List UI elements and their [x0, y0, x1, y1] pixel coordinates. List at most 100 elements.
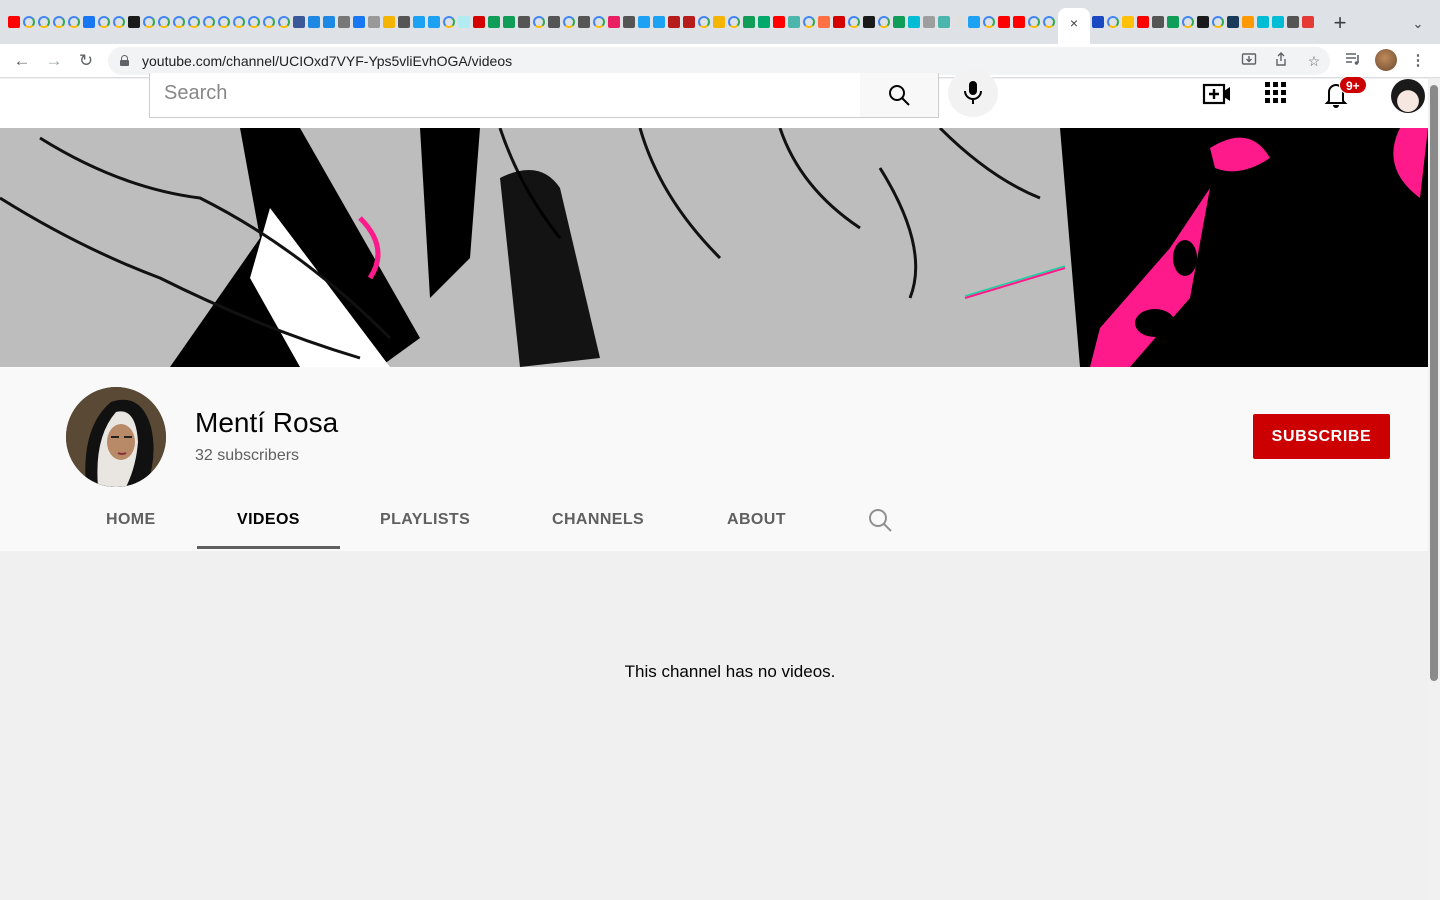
channel-search-icon[interactable]	[867, 507, 893, 533]
tab-favicon[interactable]	[848, 16, 860, 28]
subscribe-button[interactable]: SUBSCRIBE	[1253, 414, 1390, 459]
tab-favicon[interactable]	[23, 16, 35, 28]
tab-favicon[interactable]	[8, 16, 20, 28]
tab-favicon[interactable]	[758, 16, 770, 28]
tab-favicon[interactable]	[218, 16, 230, 28]
media-queue-icon[interactable]	[1342, 50, 1364, 72]
install-app-icon[interactable]	[1239, 51, 1259, 71]
tab-favicon[interactable]	[143, 16, 155, 28]
tab-favicon[interactable]	[158, 16, 170, 28]
tab-channels[interactable]: CHANNELS	[552, 511, 644, 529]
url-text[interactable]: youtube.com/channel/UCIOxd7VYF-Yps5vliEv…	[142, 53, 512, 69]
tab-favicon[interactable]	[1182, 16, 1194, 28]
tab-favicon[interactable]	[503, 16, 515, 28]
scrollbar-thumb[interactable]	[1430, 85, 1438, 681]
tab-favicon[interactable]	[878, 16, 890, 28]
tab-favicon[interactable]	[668, 16, 680, 28]
tab-favicon[interactable]	[743, 16, 755, 28]
tab-favicon[interactable]	[263, 16, 275, 28]
tab-favicon[interactable]	[1302, 16, 1314, 28]
tab-favicon[interactable]	[623, 16, 635, 28]
tab-favicon[interactable]	[233, 16, 245, 28]
tab-favicon[interactable]	[593, 16, 605, 28]
tab-favicon[interactable]	[938, 16, 950, 28]
tab-favicon[interactable]	[443, 16, 455, 28]
tab-favicon[interactable]	[1167, 16, 1179, 28]
tab-favicon[interactable]	[653, 16, 665, 28]
tab-favicon[interactable]	[173, 16, 185, 28]
tab-favicon[interactable]	[608, 16, 620, 28]
tab-favicon[interactable]	[1197, 16, 1209, 28]
tab-favicon[interactable]	[293, 16, 305, 28]
page-scrollbar[interactable]	[1428, 79, 1440, 900]
bookmark-star-icon[interactable]: ☆	[1304, 51, 1324, 71]
tab-favicon[interactable]	[248, 16, 260, 28]
tab-favicon[interactable]	[698, 16, 710, 28]
browser-menu-icon[interactable]: ⋮	[1407, 50, 1429, 72]
tab-favicon[interactable]	[323, 16, 335, 28]
tab-favicon[interactable]	[773, 16, 785, 28]
tab-favicons-right[interactable]	[1092, 16, 1317, 34]
tab-favicon[interactable]	[1043, 16, 1055, 28]
tab-favicon[interactable]	[1152, 16, 1164, 28]
tab-favicon[interactable]	[998, 16, 1010, 28]
tab-favicon[interactable]	[308, 16, 320, 28]
tab-favicon[interactable]	[38, 16, 50, 28]
tab-search-chevron-icon[interactable]: ⌄	[1408, 14, 1428, 34]
tab-favicon[interactable]	[713, 16, 725, 28]
tab-favicon[interactable]	[113, 16, 125, 28]
tab-favicon[interactable]	[683, 16, 695, 28]
tab-favicon[interactable]	[68, 16, 80, 28]
tab-favicon[interactable]	[728, 16, 740, 28]
tab-favicon[interactable]	[923, 16, 935, 28]
tab-favicon[interactable]	[1287, 16, 1299, 28]
tab-favicon[interactable]	[833, 16, 845, 28]
tab-favicon[interactable]	[983, 16, 995, 28]
browser-profile-avatar[interactable]	[1375, 49, 1397, 71]
forward-arrow-icon[interactable]: →	[43, 50, 65, 72]
tab-favicon[interactable]	[953, 16, 965, 28]
tab-favicon[interactable]	[428, 16, 440, 28]
tab-favicon[interactable]	[578, 16, 590, 28]
tab-favicon[interactable]	[1013, 16, 1025, 28]
tab-favicon[interactable]	[338, 16, 350, 28]
tab-favicon[interactable]	[278, 16, 290, 28]
close-tab-icon[interactable]: ×	[1066, 15, 1082, 31]
tab-favicon[interactable]	[128, 16, 140, 28]
tab-favicon[interactable]	[1212, 16, 1224, 28]
share-icon[interactable]	[1271, 51, 1291, 71]
tab-favicon[interactable]	[638, 16, 650, 28]
tab-favicon[interactable]	[1257, 16, 1269, 28]
tab-about[interactable]: ABOUT	[727, 511, 786, 529]
tab-favicon[interactable]	[818, 16, 830, 28]
tab-favicon[interactable]	[188, 16, 200, 28]
tab-favicon[interactable]	[203, 16, 215, 28]
reload-icon[interactable]: ↻	[75, 50, 97, 72]
tab-favicon[interactable]	[458, 16, 470, 28]
search-input[interactable]	[164, 79, 844, 107]
tab-favicon[interactable]	[1107, 16, 1119, 28]
tab-favicon[interactable]	[1122, 16, 1134, 28]
tab-favicon[interactable]	[83, 16, 95, 28]
tab-favicon[interactable]	[968, 16, 980, 28]
tab-favicon[interactable]	[1272, 16, 1284, 28]
address-bar[interactable]: youtube.com/channel/UCIOxd7VYF-Yps5vliEv…	[108, 47, 1330, 75]
tab-favicon[interactable]	[518, 16, 530, 28]
tab-home[interactable]: HOME	[106, 511, 156, 529]
tab-favicon[interactable]	[788, 16, 800, 28]
tab-favicon[interactable]	[53, 16, 65, 28]
tab-videos[interactable]: VIDEOS	[237, 511, 300, 529]
tab-favicon[interactable]	[368, 16, 380, 28]
tab-favicon[interactable]	[1227, 16, 1239, 28]
tab-favicon[interactable]	[803, 16, 815, 28]
tab-favicon[interactable]	[1137, 16, 1149, 28]
tab-favicon[interactable]	[383, 16, 395, 28]
tab-favicon[interactable]	[1028, 16, 1040, 28]
search-button[interactable]	[860, 73, 939, 118]
tab-favicon[interactable]	[98, 16, 110, 28]
tab-playlists[interactable]: PLAYLISTS	[380, 511, 470, 529]
tab-favicon[interactable]	[488, 16, 500, 28]
pinned-tab-favicons[interactable]	[8, 16, 1058, 34]
tab-favicon[interactable]	[473, 16, 485, 28]
voice-search-button[interactable]	[948, 69, 998, 117]
